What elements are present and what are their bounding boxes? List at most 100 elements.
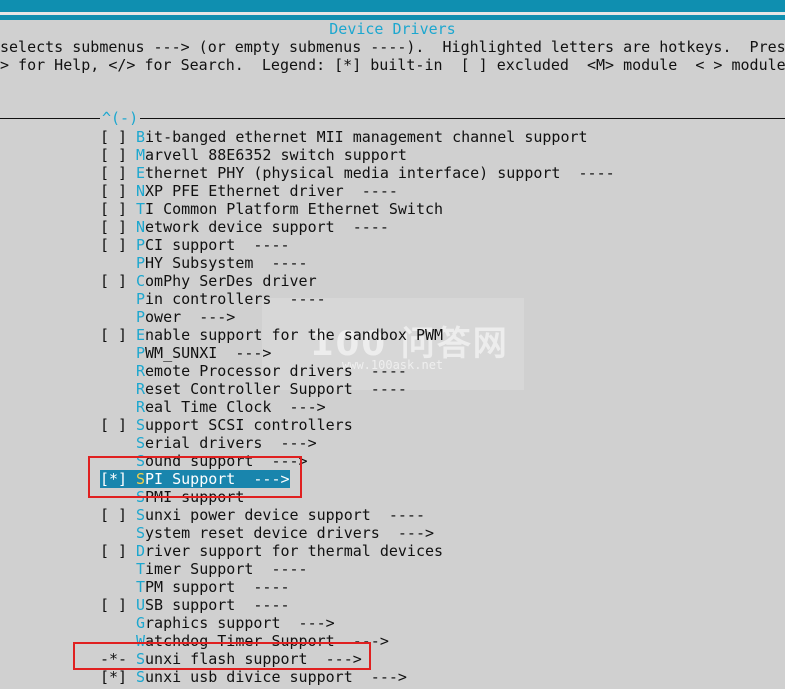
- menu-item-label: PM support ----: [145, 578, 290, 596]
- menu-item-hotkey: P: [136, 344, 146, 362]
- menu-item-hotkey: E: [136, 326, 146, 344]
- menu-item-content: [ ] Ethernet PHY (physical media interfac…: [100, 164, 615, 182]
- menu-item-hotkey: T: [136, 560, 146, 578]
- menu-item-label: it-banged ethernet MII management channe…: [145, 128, 588, 146]
- menu-item-content: [ ] Sunxi power device support ----: [100, 506, 425, 524]
- menu-item[interactable]: [ ] ComPhy SerDes driver: [100, 272, 317, 290]
- title-bar-divider: [0, 12, 785, 15]
- menu-item-content: Pin controllers ----: [100, 290, 326, 308]
- menu-item-checkbox[interactable]: [ ]: [100, 236, 136, 254]
- menu-item-label: emote Processor drivers ----: [145, 362, 407, 380]
- menu-item[interactable]: Power --->: [100, 308, 235, 326]
- menu-item[interactable]: Reset Controller Support ----: [100, 380, 407, 398]
- menu-item-hotkey: S: [136, 434, 146, 452]
- menu-item-label: SB support ----: [145, 596, 290, 614]
- menu-item-content: Power --->: [100, 308, 235, 326]
- menu-item-label: eset Controller Support ----: [145, 380, 407, 398]
- menu-item-checkbox[interactable]: [ ]: [100, 164, 136, 182]
- menu-item-label: imer Support ----: [145, 560, 308, 578]
- menu-item-label: WM_SUNXI --->: [145, 344, 272, 362]
- menu-item-hotkey: S: [136, 506, 146, 524]
- menu-item-content: [ ] Enable support for the sandbox PWM: [100, 326, 443, 344]
- menu-item-content: [ ] Marvell 88E6352 switch support: [100, 146, 407, 164]
- menu-item-hotkey: B: [136, 128, 146, 146]
- menu-item[interactable]: [ ] USB support ----: [100, 596, 290, 614]
- menu-item[interactable]: [ ] PCI support ----: [100, 236, 290, 254]
- menu-item[interactable]: [ ] Support SCSI controllers: [100, 416, 353, 434]
- menu-item[interactable]: TPM support ----: [100, 578, 290, 596]
- menu-item[interactable]: PHY Subsystem ----: [100, 254, 308, 272]
- menu-item-content: [ ] Bit-banged ethernet MII management ch…: [100, 128, 588, 146]
- menu-item-checkbox[interactable]: [ ]: [100, 542, 136, 560]
- menu-item-label: I Common Platform Ethernet Switch: [145, 200, 444, 218]
- menu-item[interactable]: [ ] Network device support ----: [100, 218, 389, 236]
- scroll-up-indicator: ^(-): [102, 109, 139, 127]
- menu-item-hotkey: C: [136, 272, 146, 290]
- menu-item-checkbox[interactable]: [ ]: [100, 218, 136, 236]
- menu-item-content: [ ] Driver support for thermal devices: [100, 542, 443, 560]
- menu-item[interactable]: Real Time Clock --->: [100, 398, 326, 416]
- menu-item[interactable]: [ ] Bit-banged ethernet MII management ch…: [100, 128, 588, 146]
- menu-item[interactable]: System reset device drivers --->: [100, 524, 434, 542]
- menu-item-content: [ ] PCI support ----: [100, 236, 290, 254]
- menu-item-hotkey: P: [136, 254, 146, 272]
- menu-item-content: Reset Controller Support ----: [100, 380, 407, 398]
- menu-item-hotkey: T: [136, 578, 146, 596]
- menu-item-checkbox[interactable]: [ ]: [100, 200, 136, 218]
- menu-item-hotkey: T: [136, 200, 146, 218]
- menu-item-hotkey: S: [136, 416, 146, 434]
- menu-item-checkbox[interactable]: [ ]: [100, 506, 136, 524]
- menu-item[interactable]: Serial drivers --->: [100, 434, 317, 452]
- menu-item[interactable]: [ ] Ethernet PHY (physical media interfac…: [100, 164, 615, 182]
- menu-item-content: PWM_SUNXI --->: [100, 344, 271, 362]
- menu-box-border-left: [0, 118, 100, 119]
- menu-item-label: thernet PHY (physical media interface) s…: [145, 164, 615, 182]
- menu-item-checkbox[interactable]: [ ]: [100, 596, 136, 614]
- menu-item-content: PHY Subsystem ----: [100, 254, 308, 272]
- menu-item-hotkey: N: [136, 218, 146, 236]
- menu-item-checkbox[interactable]: [ ]: [100, 326, 136, 344]
- menu-item[interactable]: PWM_SUNXI --->: [100, 344, 271, 362]
- terminal-title-bar: [0, 0, 785, 20]
- menu-item-hotkey: U: [136, 596, 146, 614]
- menu-item-content: System reset device drivers --->: [100, 524, 434, 542]
- menu-box-border-right: [140, 118, 785, 119]
- menu-item[interactable]: [ ] NXP PFE Ethernet driver ----: [100, 182, 398, 200]
- menu-item[interactable]: [ ] Marvell 88E6352 switch support: [100, 146, 407, 164]
- menu-item[interactable]: Pin controllers ----: [100, 290, 326, 308]
- menu-item-label: eal Time Clock --->: [145, 398, 326, 416]
- menu-item-checkbox[interactable]: [ ]: [100, 146, 136, 164]
- menu-item-label: river support for thermal devices: [145, 542, 444, 560]
- menu-item-content: Timer Support ----: [100, 560, 308, 578]
- menu-item-checkbox[interactable]: [ ]: [100, 272, 136, 290]
- menu-item-checkbox[interactable]: [ ]: [100, 128, 136, 146]
- menu-item-hotkey: E: [136, 164, 146, 182]
- menu-title: Device Drivers: [329, 20, 456, 38]
- menu-item-content: [ ] NXP PFE Ethernet driver ----: [100, 182, 398, 200]
- help-text-line-1: selects submenus ---> (or empty submenus…: [0, 38, 785, 56]
- menu-item-label: erial drivers --->: [145, 434, 317, 452]
- menu-item-label: etwork device support ----: [145, 218, 389, 236]
- menu-item[interactable]: [*] Sunxi usb divice support --->: [100, 668, 407, 686]
- menu-item-hotkey: P: [136, 290, 146, 308]
- menu-item-label: ystem reset device drivers --->: [145, 524, 435, 542]
- menu-item-hotkey: R: [136, 398, 146, 416]
- menu-item[interactable]: [ ] TI Common Platform Ethernet Switch: [100, 200, 443, 218]
- menu-item[interactable]: [ ] Driver support for thermal devices: [100, 542, 443, 560]
- menu-item-label: raphics support --->: [145, 614, 335, 632]
- menu-item-label: XP PFE Ethernet driver ----: [145, 182, 398, 200]
- menu-item[interactable]: [ ] Enable support for the sandbox PWM: [100, 326, 443, 344]
- menu-item-content: [ ] Support SCSI controllers: [100, 416, 353, 434]
- menu-item[interactable]: [ ] Sunxi power device support ----: [100, 506, 425, 524]
- menu-item-checkbox[interactable]: [ ]: [100, 416, 136, 434]
- menu-item[interactable]: Remote Processor drivers ----: [100, 362, 407, 380]
- menu-item[interactable]: Timer Support ----: [100, 560, 308, 578]
- menu-item-label: nable support for the sandbox PWM: [145, 326, 444, 344]
- menu-item[interactable]: Graphics support --->: [100, 614, 335, 632]
- menu-item-checkbox[interactable]: [*]: [100, 668, 136, 686]
- menu-item-label: HY Subsystem ----: [145, 254, 308, 272]
- menu-item-hotkey: N: [136, 182, 146, 200]
- menu-item-label: unxi usb divice support --->: [145, 668, 407, 686]
- menu-item-checkbox[interactable]: [ ]: [100, 182, 136, 200]
- menu-item-hotkey: R: [136, 380, 146, 398]
